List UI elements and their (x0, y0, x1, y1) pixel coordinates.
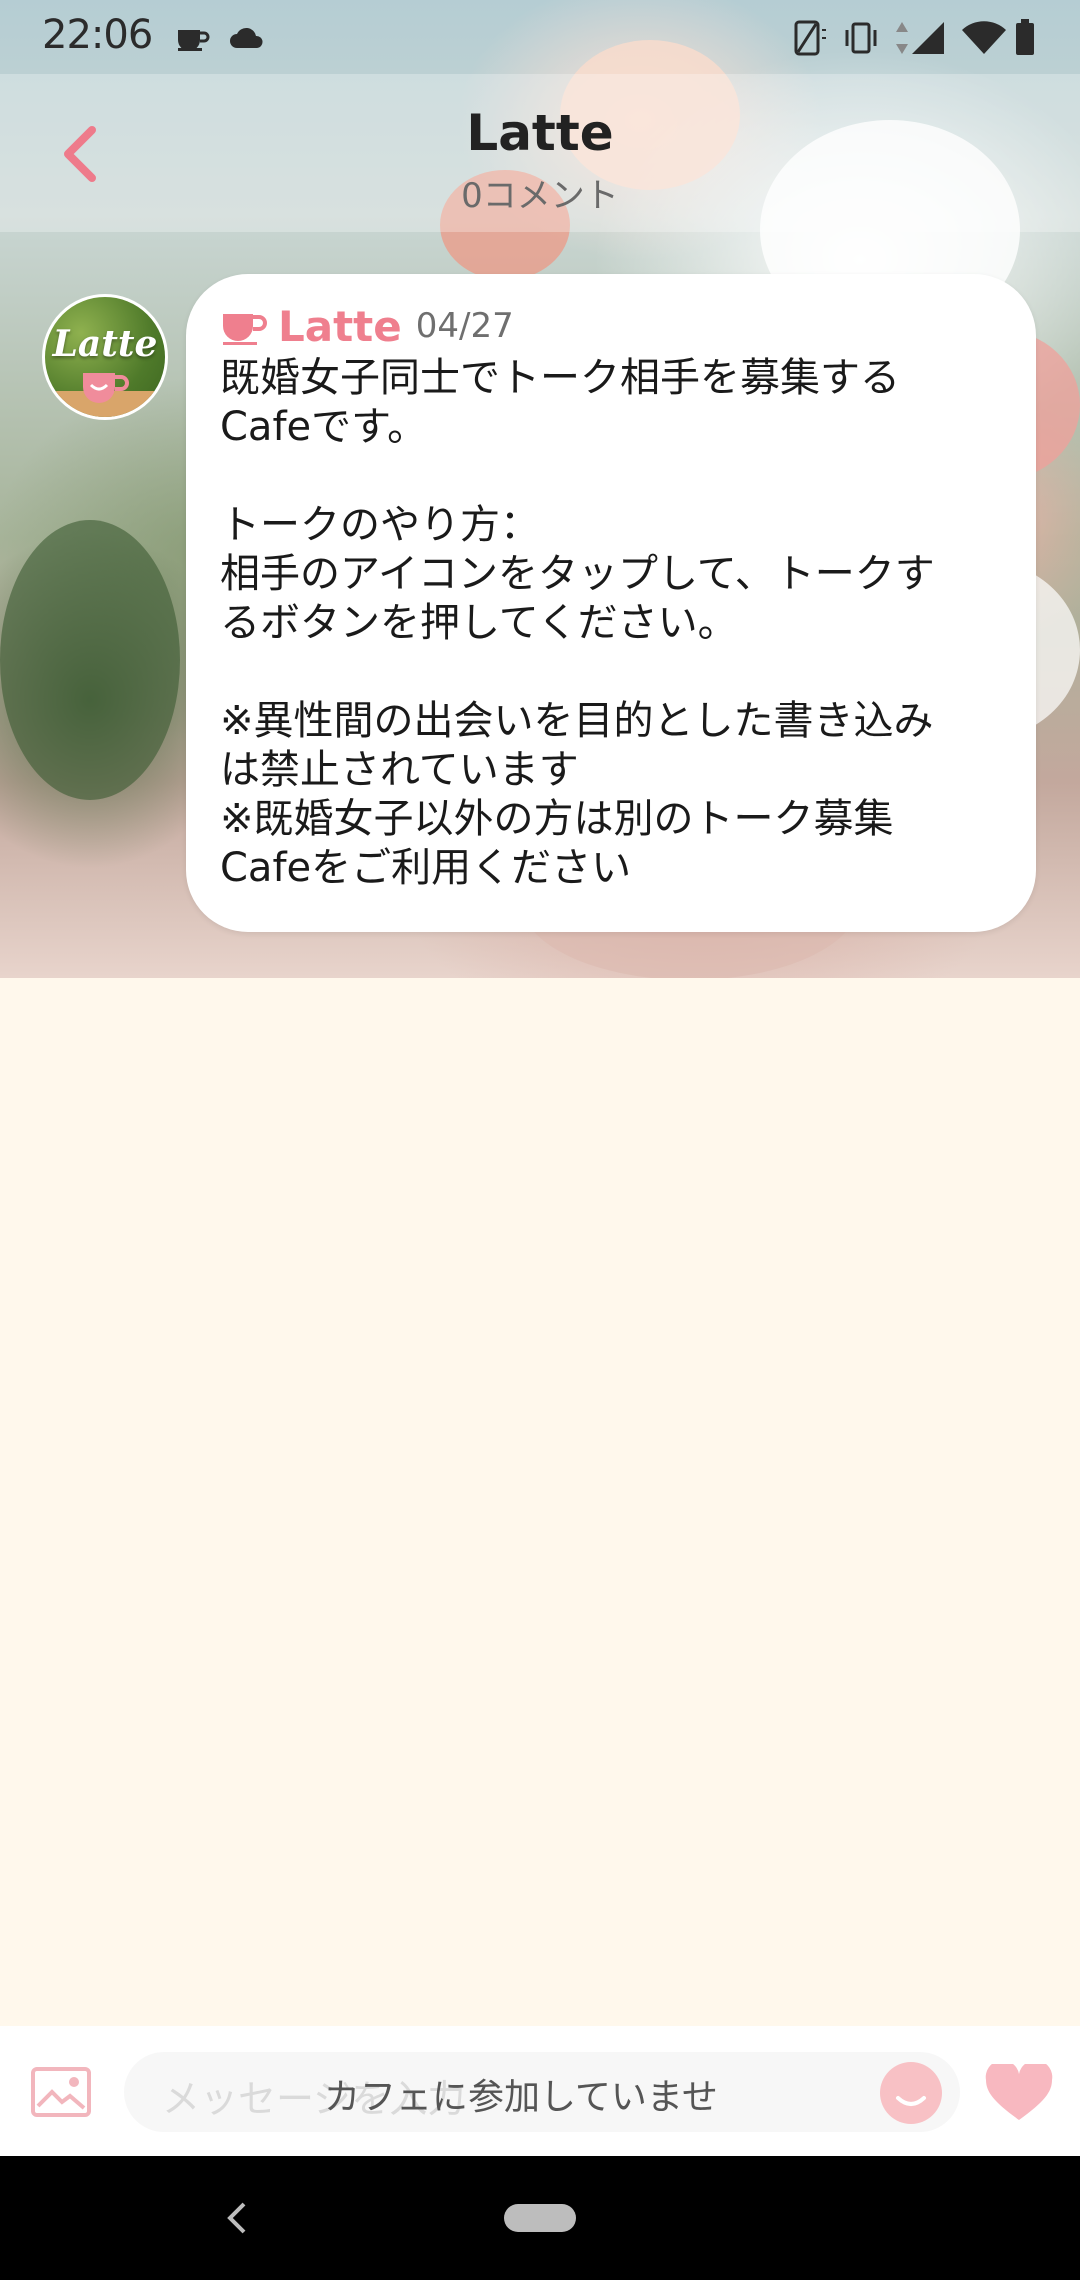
author-name[interactable]: Latte (278, 302, 402, 351)
coffee-cup-icon (83, 373, 129, 403)
post-date: 04/27 (415, 306, 514, 346)
data-arrows-icon (896, 22, 908, 54)
smiley-icon (896, 2096, 926, 2106)
status-bar: 22:06 (0, 0, 1080, 74)
coffee-cup-icon (178, 30, 210, 51)
nav-back-icon[interactable] (222, 2198, 252, 2238)
message-bubble: Latte 04/27 既婚女子同士でトーク相手を募集する Cafeです。 トー… (186, 274, 1036, 932)
battery-icon (1016, 19, 1034, 55)
not-joined-notice: カフェに参加していませ (324, 2077, 718, 2118)
avatar[interactable]: Latte (42, 294, 168, 420)
message-input[interactable]: メッセージを入力 カフェに参加していませ (124, 2052, 960, 2132)
cloud-icon (230, 27, 263, 48)
signal-icon (912, 22, 944, 54)
message-input-bar: メッセージを入力 カフェに参加していませ (0, 2026, 1080, 2156)
coffee-cup-icon (223, 314, 267, 345)
comment-count: 0コメント (461, 176, 619, 216)
emoji-button[interactable] (880, 2062, 942, 2124)
message-meta: Latte 04/27 (220, 296, 514, 356)
wifi-icon (962, 21, 1006, 54)
image-icon[interactable] (30, 2066, 92, 2118)
system-nav-bar (0, 2156, 1080, 2280)
heart-icon[interactable] (984, 2064, 1054, 2124)
page-title: Latte (466, 104, 614, 162)
vibrate-icon (845, 22, 877, 54)
status-time: 22:06 (42, 12, 153, 58)
header: Latte 0コメント (0, 74, 1080, 232)
no-sim-icon (794, 20, 826, 56)
message-body: 既婚女子同士でトーク相手を募集する Cafeです。 トークのやり方： 相手のアイ… (220, 355, 935, 891)
avatar-text: Latte (52, 323, 158, 365)
nav-home-pill[interactable] (504, 2204, 576, 2232)
